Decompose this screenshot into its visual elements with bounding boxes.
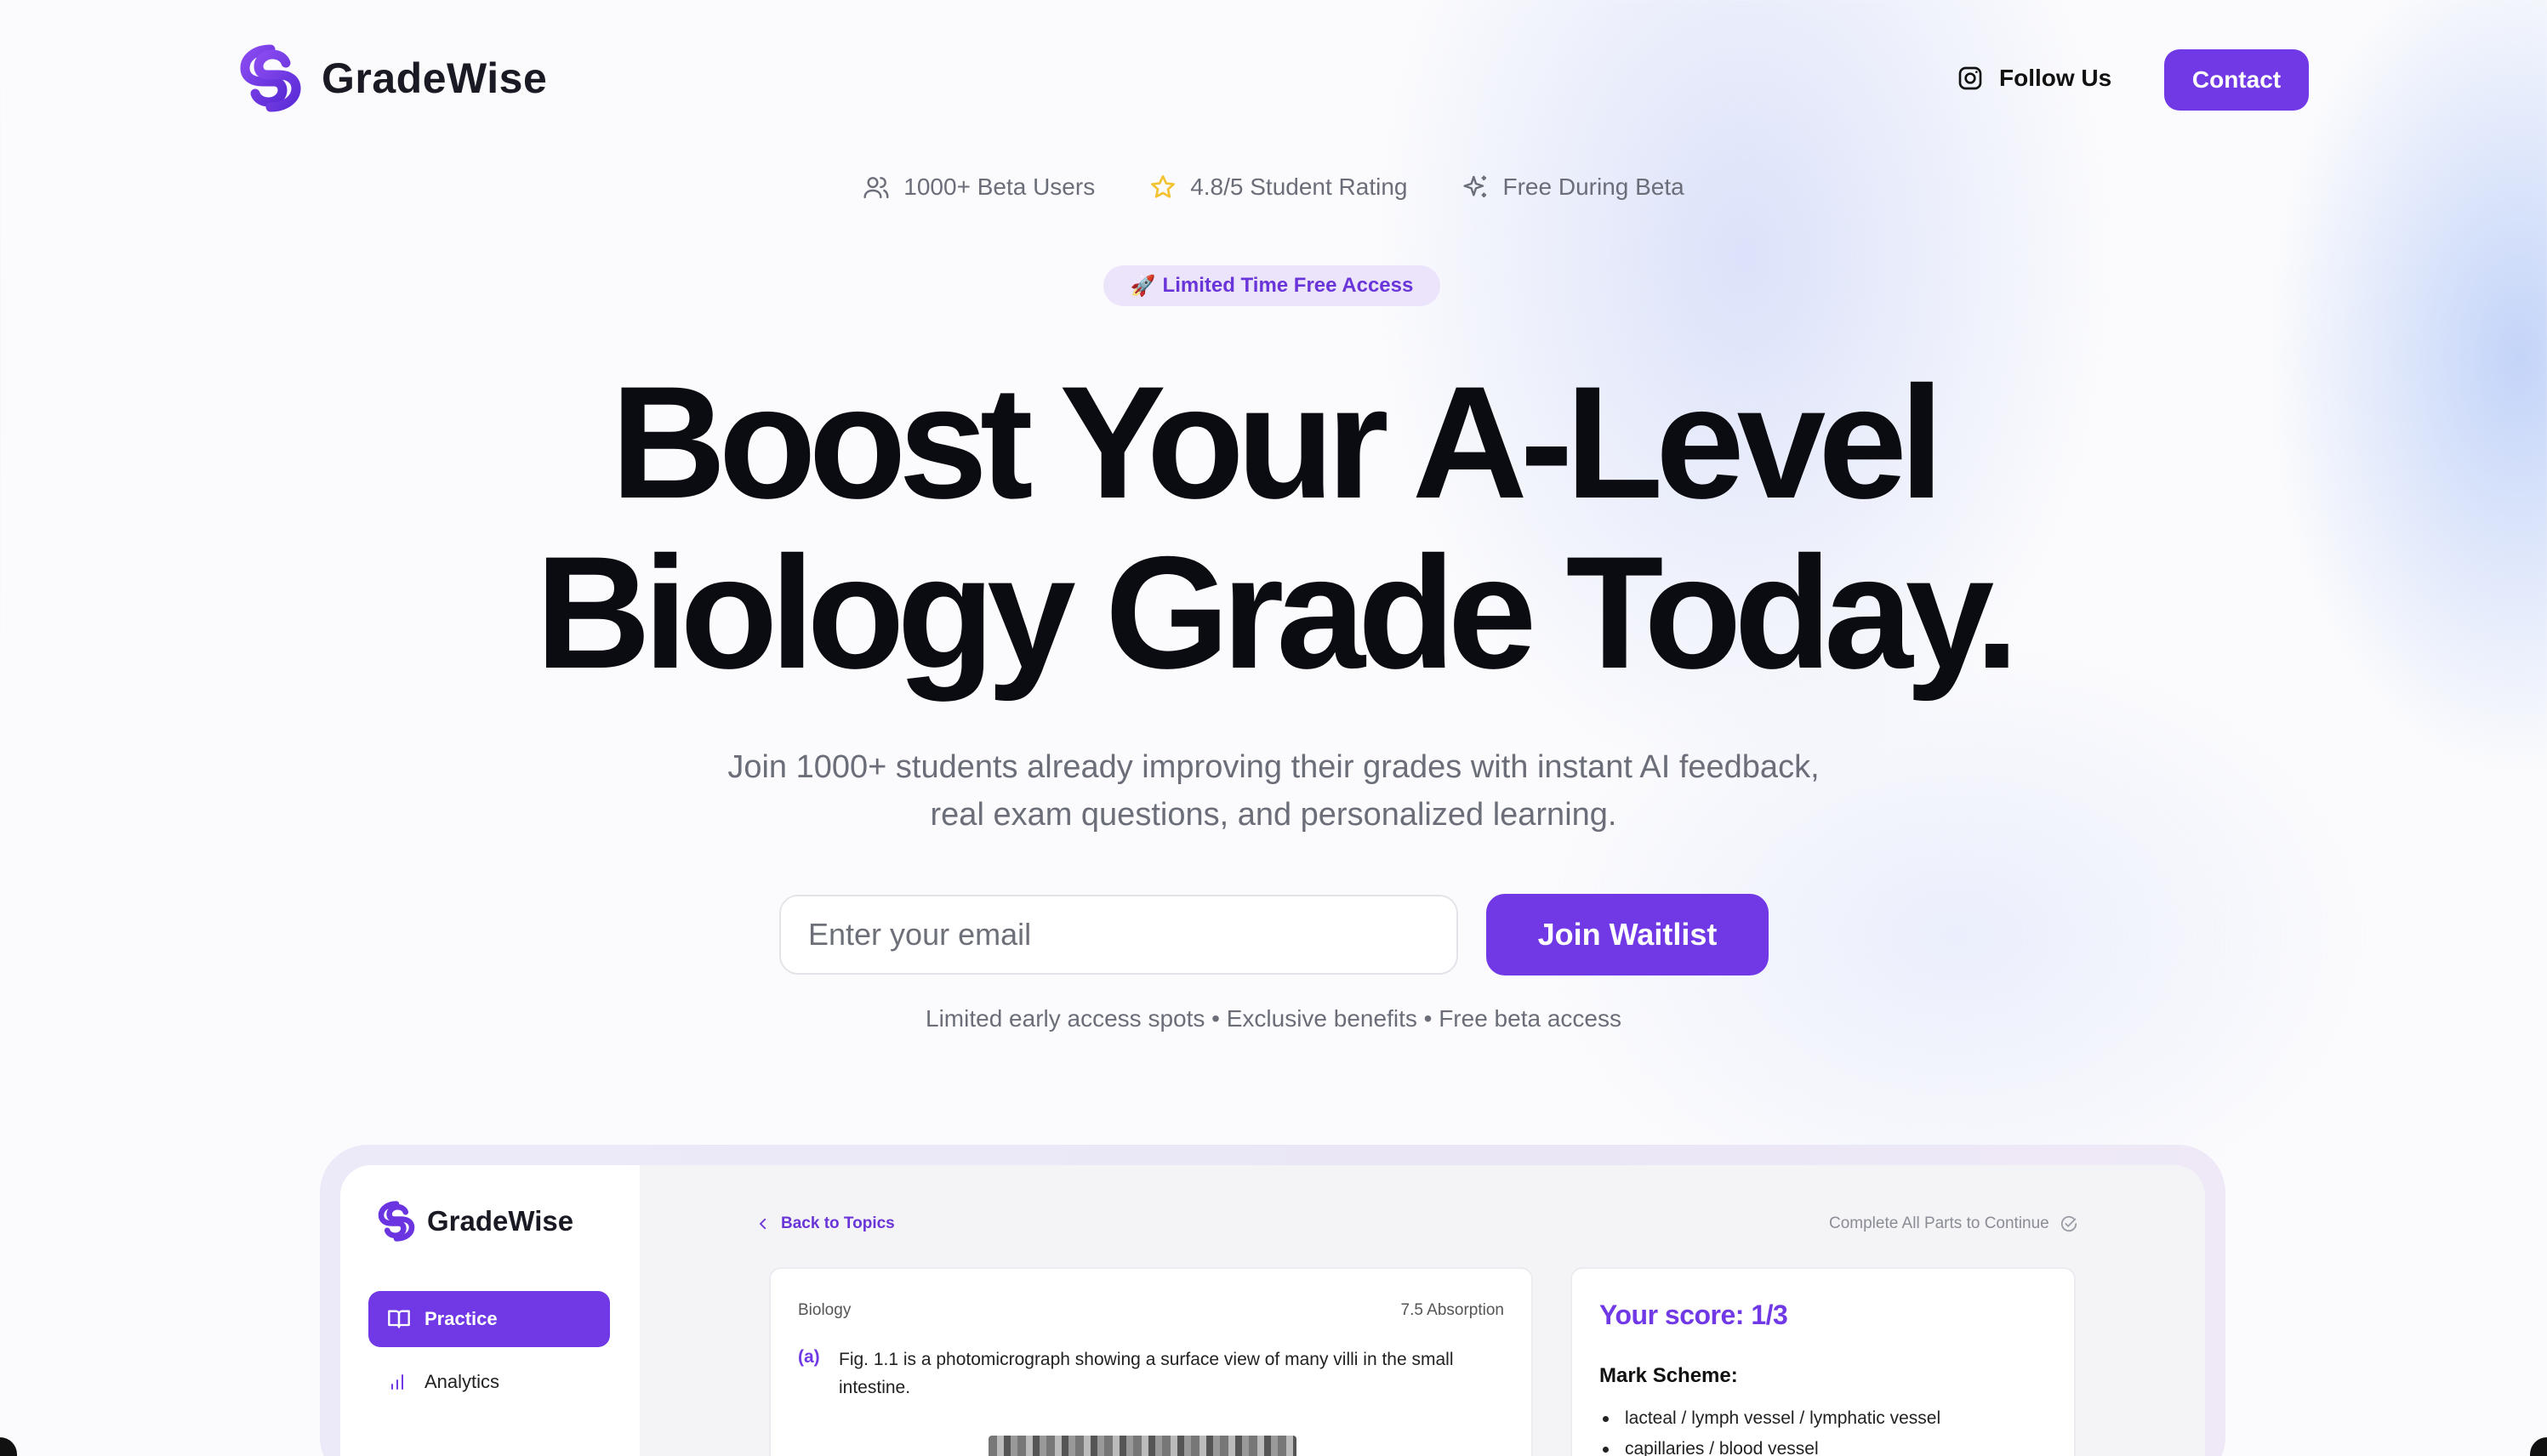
contact-button[interactable]: Contact <box>2164 49 2309 111</box>
list-item: capillaries / blood vessel <box>1599 1434 1940 1456</box>
app-preview: GradeWise Practice Analytics Back to Top… <box>340 1165 2205 1456</box>
mark-scheme-list: lacteal / lymph vessel / lymphatic vesse… <box>1599 1403 1940 1456</box>
limited-access-badge: 🚀 Limited Time Free Access <box>1103 265 1440 306</box>
question-part-label: (a) <box>798 1347 820 1367</box>
sidebar-item-practice[interactable]: Practice <box>368 1291 610 1347</box>
gradewise-logo-icon <box>378 1201 415 1242</box>
list-item: lacteal / lymph vessel / lymphatic vesse… <box>1599 1403 1940 1434</box>
villi-photomicrograph <box>989 1436 1296 1456</box>
follow-us-link[interactable]: Follow Us <box>1957 65 2111 92</box>
stat-label: Free During Beta <box>1502 173 1684 200</box>
stats-row: 1000+ Beta Users 4.8/5 Student Rating Fr… <box>0 173 2547 201</box>
chevron-left-icon <box>759 1218 766 1230</box>
stat-label: 4.8/5 Student Rating <box>1190 173 1408 200</box>
back-to-topics-link[interactable]: Back to Topics <box>755 1214 895 1233</box>
headline-line-2: Biology Grade Today. <box>535 523 2019 702</box>
sidebar-item-label: Practice <box>424 1308 498 1329</box>
badge-label: Limited Time Free Access <box>1162 274 1414 297</box>
preview-brand-logo: GradeWise <box>376 1201 573 1242</box>
subtitle-line-2: real exam questions, and personalized le… <box>930 797 1617 833</box>
question-topic: 7.5 Absorption <box>1400 1301 1504 1319</box>
book-icon <box>388 1310 410 1328</box>
headline-line-1: Boost Your A-Level <box>610 353 1944 532</box>
question-text: Fig. 1.1 is a photomicrograph showing a … <box>839 1350 1454 1397</box>
back-label: Back to Topics <box>781 1214 895 1232</box>
bar-chart-icon <box>391 1374 403 1390</box>
stat-free-beta: Free During Beta <box>1462 173 1684 201</box>
check-circle-icon <box>2060 1215 2077 1232</box>
stat-rating: 4.8/5 Student Rating <box>1149 173 1408 201</box>
rocket-icon: 🚀 <box>1130 274 1156 298</box>
score-label: Your score: 1/3 <box>1599 1300 1788 1330</box>
follow-us-label: Follow Us <box>1999 65 2112 91</box>
brand-name: GradeWise <box>322 54 548 102</box>
window-corner <box>2530 1437 2547 1456</box>
stat-beta-users: 1000+ Beta Users <box>863 173 1095 201</box>
hero-headline: Boost Your A-Level Biology Grade Today. <box>0 357 2547 697</box>
sidebar-item-analytics[interactable]: Analytics <box>387 1371 499 1393</box>
star-icon <box>1151 175 1176 198</box>
gradewise-logo-icon <box>240 44 301 112</box>
question-subject: Biology <box>798 1301 852 1319</box>
hero-subtitle: Join 1000+ students already improving th… <box>0 743 2547 839</box>
completion-label: Complete All Parts to Continue <box>1829 1214 2049 1232</box>
brand-logo[interactable]: GradeWise <box>236 44 547 112</box>
window-corner <box>0 1437 17 1456</box>
question-card: Biology 7.5 Absorption (a) Fig. 1.1 is a… <box>769 1267 1533 1456</box>
email-input[interactable]: Enter your email <box>779 895 1458 975</box>
mark-scheme-heading: Mark Scheme: <box>1599 1364 1738 1387</box>
join-waitlist-button[interactable]: Join Waitlist <box>1486 894 1769 975</box>
preview-sidebar: GradeWise Practice Analytics <box>340 1165 640 1456</box>
sparkle-icon <box>1462 175 1486 197</box>
users-icon <box>863 177 889 199</box>
completion-status: Complete All Parts to Continue <box>1829 1214 2078 1233</box>
instagram-icon <box>1958 66 1982 90</box>
stat-label: 1000+ Beta Users <box>903 173 1096 200</box>
preview-brand-name: GradeWise <box>427 1205 574 1237</box>
score-card: Your score: 1/3 Mark Scheme: lacteal / l… <box>1570 1267 2076 1456</box>
subtitle-line-1: Join 1000+ students already improving th… <box>727 749 1820 785</box>
signup-perks: Limited early access spots • Exclusive b… <box>926 1005 1621 1032</box>
sidebar-item-label: Analytics <box>424 1371 500 1392</box>
